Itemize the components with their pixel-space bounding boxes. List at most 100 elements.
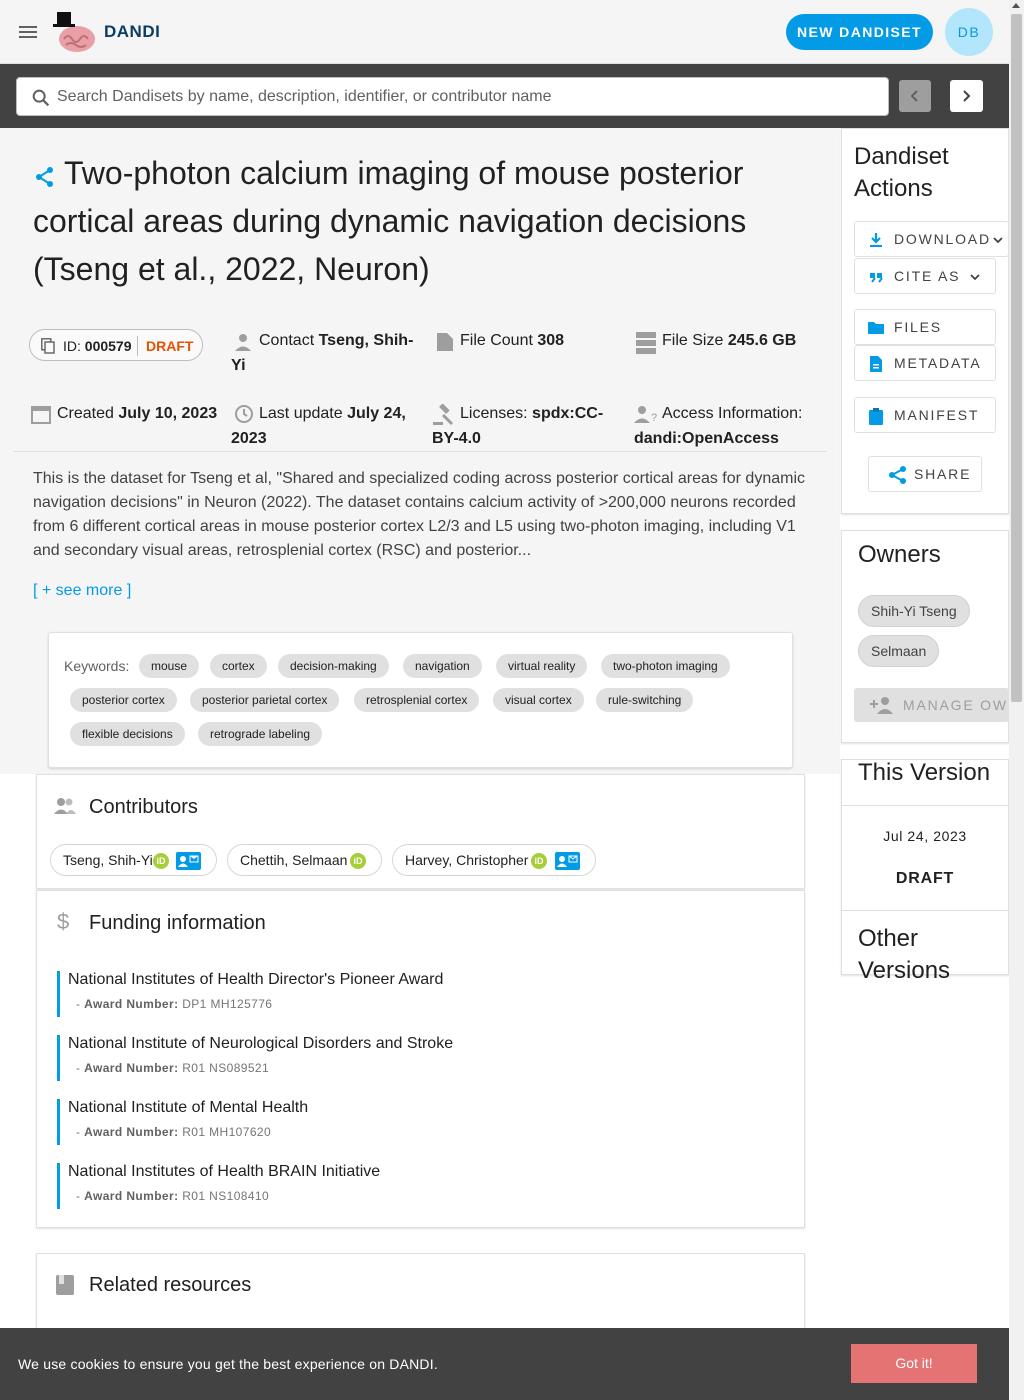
search-bar [0,64,1009,128]
version-divider [842,805,1008,806]
search-input[interactable] [57,78,877,115]
owner-chip[interactable]: Selmaan [858,635,940,667]
copy-icon[interactable] [41,338,55,354]
chevron-right-icon [963,90,971,102]
version-date[interactable]: Jul 24, 2023 [842,828,1008,844]
award-number: - Award Number: DP1 MH125776 [76,997,273,1011]
keyword-chip[interactable]: two-photon imaging [601,654,730,678]
dollar-icon: $ [57,909,70,934]
keyword-chip[interactable]: virtual reality [496,654,588,678]
funding-title: Funding information [89,912,266,934]
award-number: - Award Number: R01 MH107620 [76,1125,272,1139]
file-count: File Count 308 [460,332,565,349]
contributor-name: Chettih, Selmaan [240,852,348,868]
funding-item: National Institutes of Health BRAIN Init… [57,1163,777,1209]
funder-name: National Institutes of Health Director's… [68,971,444,988]
storage-icon [636,332,656,354]
keyword-chip[interactable]: cortex [210,654,267,678]
document-icon [870,356,882,372]
dandi-logo[interactable] [52,10,98,54]
cite-as-button[interactable]: CITE AS [854,258,996,294]
people-icon [54,798,76,814]
manifest-button[interactable]: MANIFEST [854,397,996,433]
chevron-down-icon [970,274,980,281]
orcid-icon[interactable]: iD [350,853,366,869]
share-button[interactable]: SHARE [868,456,982,492]
scroll-up-arrow[interactable] [1012,3,1020,8]
owner-chip[interactable]: Shih-Yi Tseng [858,595,970,627]
keyword-chip[interactable]: retrosplenial cortex [354,688,480,712]
search-icon [32,89,50,107]
other-versions-title: Other Versions [858,925,951,984]
search-field[interactable] [16,77,889,116]
scrollbar-thumb[interactable] [1011,14,1022,702]
next-dandiset-button[interactable] [950,80,983,112]
section-divider [13,451,827,452]
funding-item: National Institutes of Health Director's… [57,971,777,1017]
contact-card-icon[interactable] [176,852,201,870]
contact-card-icon[interactable] [555,852,580,870]
chip-divider [137,336,138,356]
contact-info: Contact Tseng, Shih-Yi [231,332,414,374]
version-status: DRAFT [146,338,194,354]
share-icon[interactable] [34,166,56,188]
dandiset-id-chip[interactable]: ID: 000579 DRAFT [29,329,203,361]
funder-name: National Institutes of Health BRAIN Init… [68,1163,381,1180]
previous-dandiset-button[interactable] [899,80,931,112]
contributor-name: Harvey, Christopher [405,852,529,868]
version-label[interactable]: DRAFT [842,870,1008,888]
contributor-chip[interactable]: Tseng, Shih-Yi iD [50,844,217,876]
dandiset-id: ID: 000579 [63,338,132,354]
keyword-chip[interactable]: navigation [403,654,482,678]
keywords-label: Keywords: [64,658,130,674]
version-divider [842,910,1008,911]
orcid-icon[interactable]: iD [153,853,169,869]
keyword-chip[interactable]: decision-making [278,654,389,678]
download-button[interactable]: DOWNLOAD [854,221,1009,257]
owners-title: Owners [858,541,941,568]
manage-owners-button: MANAGE OWNERS [854,688,1009,722]
keyword-chip[interactable]: posterior cortex [70,688,177,712]
see-more-link[interactable]: [ + see more ] [33,582,131,600]
chevron-left-icon [910,90,918,102]
keyword-chip[interactable]: posterior parietal cortex [190,688,340,712]
menu-icon[interactable] [16,20,40,44]
file-size: File Size 245.6 GB [662,332,797,349]
license-info: Licenses: spdx:CC-BY-4.0 [432,405,604,447]
keyword-chip[interactable]: mouse [139,654,200,678]
access-info: Access Information: dandi:OpenAccess [634,405,803,447]
clipboard-icon [869,408,883,425]
keyword-chip[interactable]: retrograde labeling [198,722,323,746]
contributor-chip[interactable]: Harvey, Christopher iD [392,844,596,876]
funder-name: National Institute of Neurological Disor… [68,1035,454,1052]
contributors-title: Contributors [89,796,198,818]
funding-item: National Institute of Mental Health - Aw… [57,1099,777,1145]
dandiset-description: This is the dataset for Tseng et al, "Sh… [33,470,805,559]
metadata-button[interactable]: METADATA [854,345,996,381]
keyword-chip[interactable]: visual cortex [493,688,584,712]
download-icon [870,233,882,247]
created-date: Created July 10, 2023 [57,405,218,422]
funder-name: National Institute of Mental Health [68,1099,309,1116]
dandiset-title: Two-photon calcium imaging of mouse post… [33,155,747,287]
accept-cookies-button[interactable]: Got it! [851,1344,977,1383]
funding-item: National Institute of Neurological Disor… [57,1035,777,1081]
keyword-chip[interactable]: flexible decisions [70,722,185,746]
contributor-name: Tseng, Shih-Yi [63,852,153,868]
award-number: - Award Number: R01 NS108410 [76,1189,270,1203]
brand-name[interactable]: DANDI [104,22,160,42]
orcid-icon[interactable]: iD [531,853,547,869]
add-person-icon [870,697,893,714]
keyword-chip[interactable]: rule-switching [596,688,694,712]
this-version-title: This Version [858,759,991,786]
user-avatar[interactable]: DB [945,8,993,56]
contributor-chip[interactable]: Chettih, Selmaan iD [227,844,382,876]
app-bar: DANDI NEW DANDISET DB [0,0,1009,64]
award-number: - Award Number: R01 NS089521 [76,1061,270,1075]
new-dandiset-button[interactable]: NEW DANDISET [786,14,933,50]
share-icon [889,466,906,484]
files-button[interactable]: FILES [854,309,996,345]
related-resources-title: Related resources [89,1274,252,1296]
quote-icon [870,273,883,283]
last-update-date: Last update July 24, 2023 [231,405,406,447]
